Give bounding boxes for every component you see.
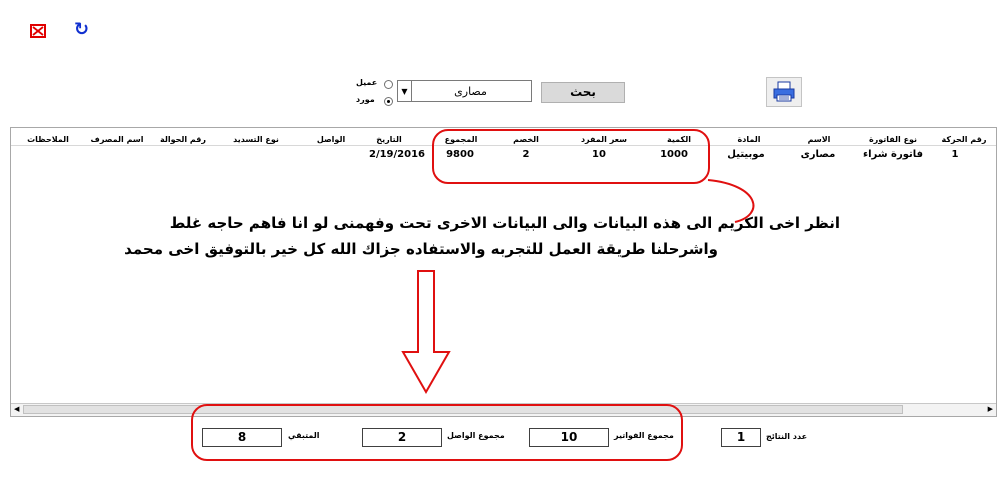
results-count-field[interactable]: 1 <box>721 428 761 447</box>
received-total-field[interactable]: 2 <box>362 428 442 447</box>
annotation-line-2: واشرحلنا طريقة العمل للتجربه والاستفاده … <box>124 240 718 258</box>
down-arrow-icon <box>401 270 451 395</box>
remaining-label: المتبقي <box>288 431 320 440</box>
remaining-field[interactable]: 8 <box>202 428 282 447</box>
received-total-label: مجموع الواصل <box>447 431 505 440</box>
annotation-line-1: انظر اخى الكريم الى هذه البيانات والى ال… <box>169 214 840 232</box>
results-count-label: عدد النتائج <box>766 432 808 441</box>
invoices-total-field[interactable]: 10 <box>529 428 609 447</box>
invoices-total-label: مجموع الفواتير <box>614 431 674 440</box>
